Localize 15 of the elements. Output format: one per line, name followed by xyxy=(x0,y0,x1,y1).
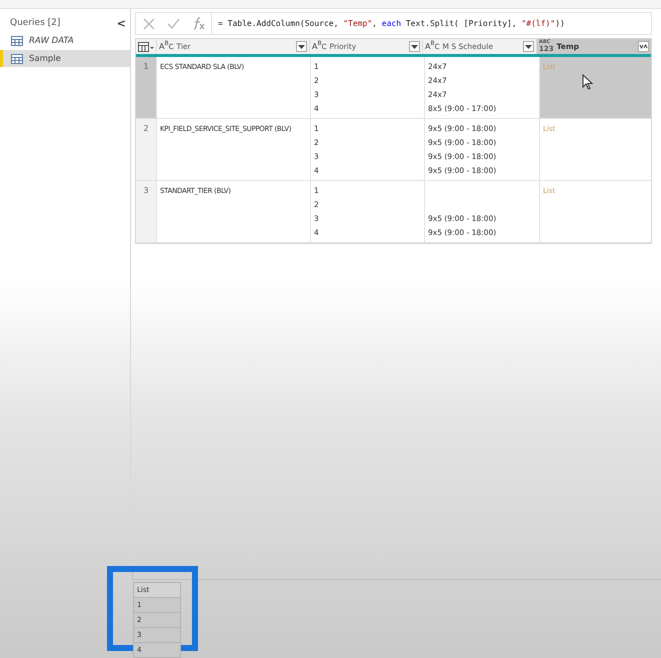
queries-title: Queries [2] xyxy=(10,18,60,28)
expand-icon[interactable] xyxy=(638,41,649,52)
query-item[interactable]: RAW DATA xyxy=(0,32,130,49)
check-icon[interactable] xyxy=(165,18,182,29)
row-number[interactable]: 3 xyxy=(136,181,156,242)
table-icon xyxy=(11,54,23,64)
dropdown-icon[interactable] xyxy=(523,41,534,52)
collapse-button[interactable]: < xyxy=(116,16,126,30)
query-item[interactable]: Sample xyxy=(0,50,130,67)
dropdown-icon[interactable] xyxy=(409,41,420,52)
row-number[interactable]: 2 xyxy=(136,119,156,180)
table-icon xyxy=(11,36,23,46)
dropdown-icon[interactable] xyxy=(296,41,307,52)
table-menu-icon[interactable] xyxy=(136,39,156,54)
mouse-pointer-icon xyxy=(582,74,593,90)
